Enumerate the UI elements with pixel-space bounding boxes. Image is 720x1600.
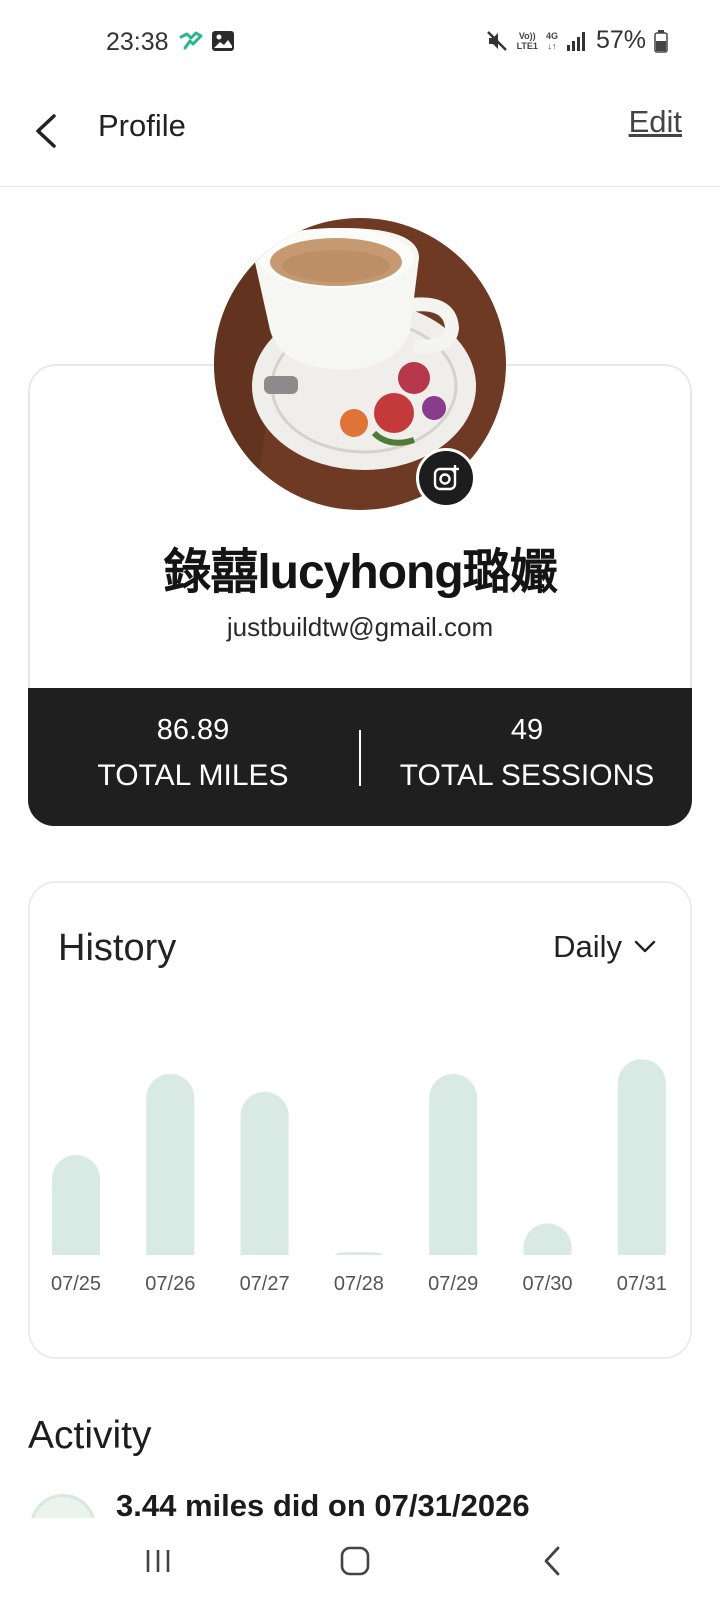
- x-tick-label: 07/25: [51, 1273, 101, 1295]
- total-miles-label: TOTAL MILES: [97, 759, 289, 792]
- activity-title: Activity: [28, 1414, 152, 1457]
- battery-percent: 57%: [595, 26, 646, 54]
- total-sessions-stat: 49 TOTAL SESSIONS: [362, 714, 692, 793]
- history-bar[interactable]: [617, 1059, 666, 1255]
- home-icon: [340, 1546, 370, 1576]
- stat-divider: [359, 730, 361, 786]
- camera-plus-icon: [433, 465, 459, 491]
- history-bar[interactable]: [240, 1091, 289, 1255]
- activity-list: 3.44 miles did on 07/31/2026: [0, 1490, 720, 1518]
- x-tick-label: 07/27: [240, 1273, 290, 1295]
- history-bar[interactable]: [334, 1251, 383, 1255]
- history-bar[interactable]: [146, 1073, 195, 1255]
- battery-icon: [654, 29, 668, 53]
- data-arrows-icon: ↓↑: [547, 40, 557, 51]
- total-miles-stat: 86.89 TOTAL MILES: [28, 714, 358, 793]
- back-icon: [544, 1546, 560, 1576]
- chevron-left-icon: [36, 114, 56, 148]
- home-button[interactable]: [325, 1538, 385, 1584]
- volte-top: Vo)): [518, 30, 536, 41]
- profile-email: justbuildtw@gmail.com: [226, 612, 494, 642]
- fitness-app-icon: [179, 31, 203, 50]
- app-header: Profile Edit: [0, 80, 720, 187]
- data-type-label: 4G: [545, 30, 558, 41]
- gallery-icon: [212, 31, 234, 51]
- history-card: History Daily 07/25 07/26 07/27 07/28 07/29 0…: [28, 881, 692, 1359]
- total-sessions-value: 49: [510, 714, 544, 746]
- back-button[interactable]: [28, 106, 68, 156]
- x-tick-label: 07/29: [428, 1273, 478, 1295]
- total-sessions-label: TOTAL SESSIONS: [399, 759, 655, 792]
- signal-icon: [566, 31, 585, 51]
- history-bar[interactable]: [523, 1223, 572, 1255]
- system-nav-bar: [0, 1520, 720, 1600]
- mute-icon: [486, 30, 507, 51]
- status-bar: 23:38 Vo)) LTE1 4G ↓↑ 57%: [0, 0, 720, 80]
- x-tick-label: 07/30: [522, 1273, 572, 1295]
- history-bar-chart: 07/25 07/26 07/27 07/28 07/29 07/30 07/31: [51, 1059, 667, 1295]
- edit-button[interactable]: Edit: [629, 104, 682, 140]
- history-bar[interactable]: [429, 1073, 478, 1255]
- status-time: 23:38: [106, 28, 169, 56]
- nav-back-button[interactable]: [522, 1538, 582, 1584]
- total-miles-value: 86.89: [156, 714, 230, 746]
- volte-indicator: Vo)) LTE1: [517, 31, 538, 51]
- x-tick-label: 07/26: [145, 1273, 195, 1295]
- x-tick-label: 07/28: [334, 1273, 384, 1295]
- activity-item-text[interactable]: 3.44 miles did on 07/31/2026: [116, 1490, 530, 1518]
- page-title: Profile: [98, 108, 186, 143]
- stats-bar: 86.89 TOTAL MILES 49 TOTAL SESSIONS: [28, 688, 692, 826]
- activity-avatar: [30, 1494, 96, 1518]
- profile-name: 錄囍lucyhong璐孍: [163, 546, 557, 599]
- volte-bottom: LTE1: [516, 40, 538, 51]
- history-bar[interactable]: [52, 1155, 100, 1255]
- change-photo-button[interactable]: [416, 448, 476, 508]
- recents-icon: [146, 1550, 170, 1572]
- recents-button[interactable]: [128, 1538, 188, 1584]
- status-indicators: Vo)) LTE1 4G ↓↑ 57%: [485, 26, 668, 55]
- data-type-indicator: 4G ↓↑: [546, 31, 558, 51]
- x-tick-label: 07/31: [617, 1273, 667, 1295]
